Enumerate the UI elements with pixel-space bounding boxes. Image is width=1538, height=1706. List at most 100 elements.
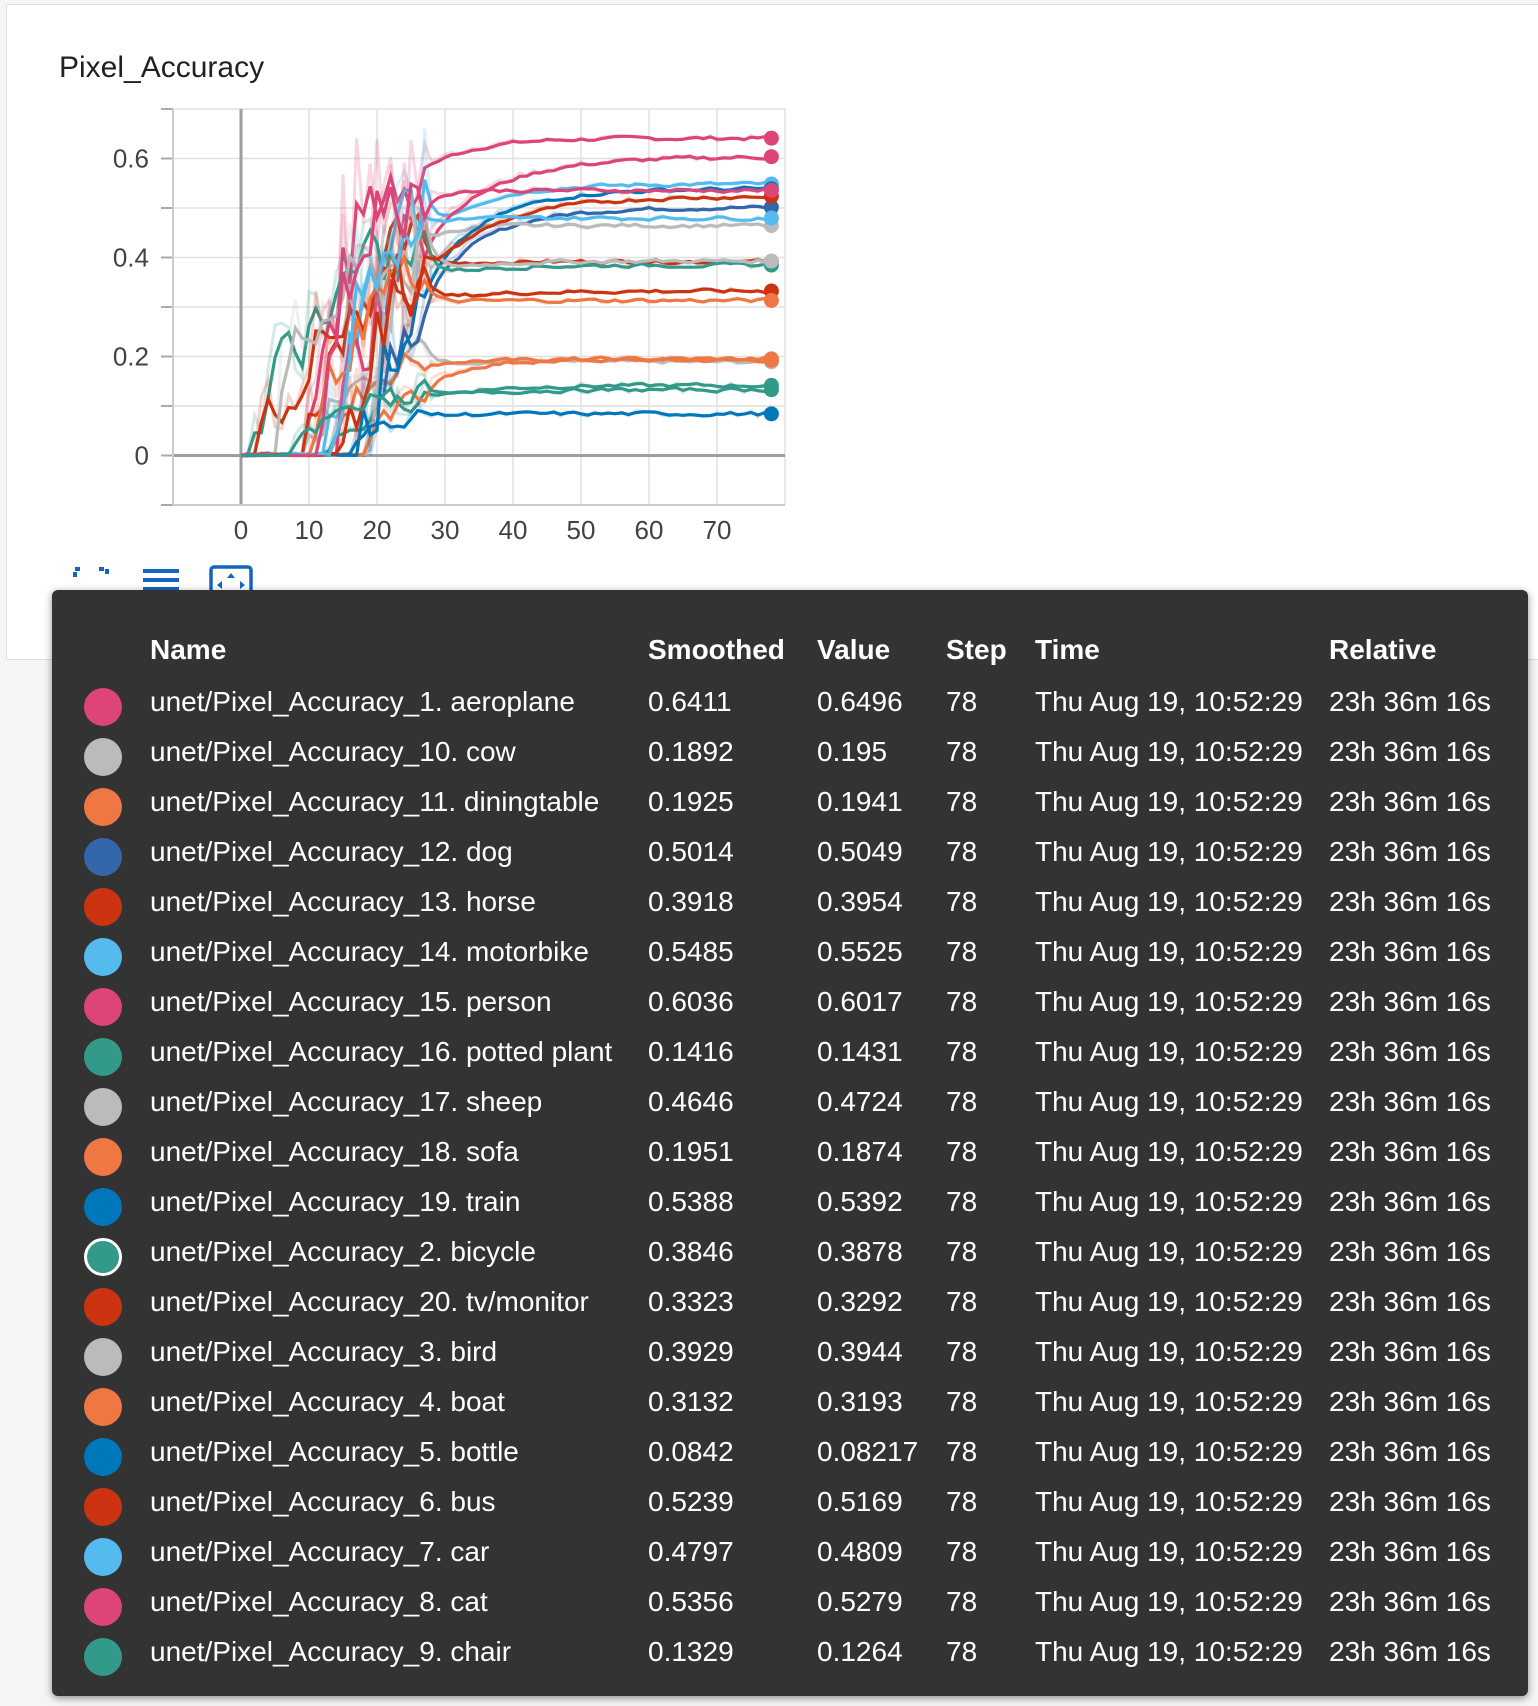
cell-step: 78	[946, 936, 978, 967]
cell-step: 78	[946, 986, 978, 1017]
series-color-swatch	[84, 1488, 122, 1526]
table-row: unet/Pixel_Accuracy_2. bicycle 0.3846 0.38…	[52, 1230, 1528, 1280]
cell-smoothed: 0.3323	[648, 1286, 734, 1317]
table-row: unet/Pixel_Accuracy_15. person 0.6036 0.60…	[52, 980, 1528, 1030]
cell-value: 0.1431	[817, 1036, 903, 1067]
cell-value: 0.08217	[817, 1436, 919, 1467]
cell-name: unet/Pixel_Accuracy_20. tv/monitor	[150, 1286, 589, 1317]
x-tick-label: 30	[431, 515, 460, 545]
series-color-swatch	[84, 988, 122, 1026]
cell-name: unet/Pixel_Accuracy_2. bicycle	[150, 1236, 536, 1267]
cell-time: Thu Aug 19, 10:52:29	[1035, 1486, 1303, 1517]
cell-name: unet/Pixel_Accuracy_5. bottle	[150, 1436, 519, 1467]
table-row: unet/Pixel_Accuracy_10. cow 0.1892 0.195 78…	[52, 730, 1528, 780]
series-end-marker	[763, 382, 779, 398]
table-row: unet/Pixel_Accuracy_8. cat 0.5356 0.5279 78…	[52, 1580, 1528, 1630]
cell-relative: 23h 36m 16s	[1329, 1186, 1491, 1217]
cell-value: 0.1874	[817, 1136, 903, 1167]
series-color-swatch	[84, 1538, 122, 1576]
x-tick-label: 20	[363, 515, 392, 545]
series-color-swatch	[84, 1338, 122, 1376]
cell-time: Thu Aug 19, 10:52:29	[1035, 936, 1303, 967]
cell-step: 78	[946, 786, 978, 817]
cell-name: unet/Pixel_Accuracy_3. bird	[150, 1336, 498, 1367]
cell-time: Thu Aug 19, 10:52:29	[1035, 786, 1303, 817]
cell-step: 78	[946, 1486, 978, 1517]
x-tick-label: 70	[703, 515, 732, 545]
cell-time: Thu Aug 19, 10:52:29	[1035, 1636, 1303, 1667]
series-end-marker	[763, 182, 779, 198]
table-row: unet/Pixel_Accuracy_1. aeroplane 0.6411 0.…	[52, 680, 1528, 730]
cell-step: 78	[946, 1036, 978, 1067]
table-row: unet/Pixel_Accuracy_12. dog 0.5014 0.5049 7…	[52, 830, 1528, 880]
cell-relative: 23h 36m 16s	[1329, 1436, 1491, 1467]
cell-time: Thu Aug 19, 10:52:29	[1035, 986, 1303, 1017]
cell-step: 78	[946, 1236, 978, 1267]
cell-name: unet/Pixel_Accuracy_15. person	[150, 986, 552, 1017]
cell-relative: 23h 36m 16s	[1329, 1486, 1491, 1517]
series-color-swatch	[84, 1138, 122, 1176]
series-color-swatch	[84, 1638, 122, 1676]
cell-name: unet/Pixel_Accuracy_13. horse	[150, 886, 536, 917]
cell-smoothed: 0.1951	[648, 1136, 734, 1167]
cell-step: 78	[946, 1536, 978, 1567]
cell-value: 0.5279	[817, 1586, 903, 1617]
cell-smoothed: 0.0842	[648, 1436, 734, 1467]
cell-value: 0.1941	[817, 786, 903, 817]
cell-step: 78	[946, 1136, 978, 1167]
cell-time: Thu Aug 19, 10:52:29	[1035, 686, 1303, 717]
cell-value: 0.5525	[817, 936, 903, 967]
y-tick-label: 0.6	[113, 144, 149, 174]
cell-value: 0.6496	[817, 686, 903, 717]
y-tick-label: 0	[135, 441, 149, 471]
cell-relative: 23h 36m 16s	[1329, 1636, 1491, 1667]
cell-smoothed: 0.5014	[648, 836, 734, 867]
chart-end-markers	[763, 130, 779, 422]
cell-value: 0.5169	[817, 1486, 903, 1517]
series-end-marker	[763, 130, 779, 146]
table-row: unet/Pixel_Accuracy_14. motorbike 0.5485 0…	[52, 930, 1528, 980]
cell-step: 78	[946, 1336, 978, 1367]
cell-step: 78	[946, 686, 978, 717]
cell-relative: 23h 36m 16s	[1329, 936, 1491, 967]
header-time: Time	[1035, 634, 1100, 665]
cell-step: 78	[946, 886, 978, 917]
series-end-marker	[763, 406, 779, 422]
cell-value: 0.3944	[817, 1336, 903, 1367]
cell-name: unet/Pixel_Accuracy_4. boat	[150, 1386, 505, 1417]
cell-time: Thu Aug 19, 10:52:29	[1035, 1286, 1303, 1317]
cell-value: 0.3193	[817, 1386, 903, 1417]
cell-smoothed: 0.1329	[648, 1636, 734, 1667]
cell-time: Thu Aug 19, 10:52:29	[1035, 1236, 1303, 1267]
x-tick-label: 10	[295, 515, 324, 545]
chart-title: Pixel_Accuracy	[59, 51, 265, 84]
cell-step: 78	[946, 836, 978, 867]
table-row: unet/Pixel_Accuracy_18. sofa 0.1951 0.1874…	[52, 1130, 1528, 1180]
cell-time: Thu Aug 19, 10:52:29	[1035, 1536, 1303, 1567]
cell-time: Thu Aug 19, 10:52:29	[1035, 1086, 1303, 1117]
table-row: unet/Pixel_Accuracy_19. train 0.5388 0.539…	[52, 1180, 1528, 1230]
cell-relative: 23h 36m 16s	[1329, 1336, 1491, 1367]
series-end-marker	[763, 292, 779, 308]
cell-value: 0.4724	[817, 1086, 903, 1117]
cell-time: Thu Aug 19, 10:52:29	[1035, 836, 1303, 867]
header-step: Step	[946, 634, 1007, 665]
series-color-swatch	[84, 838, 122, 876]
cell-relative: 23h 36m 16s	[1329, 886, 1491, 917]
cell-name: unet/Pixel_Accuracy_12. dog	[150, 836, 513, 867]
cell-smoothed: 0.3929	[648, 1336, 734, 1367]
series-color-swatch	[84, 1588, 122, 1626]
data-tooltip: Name Smoothed Value Step Time Relative u…	[52, 590, 1528, 1696]
cell-smoothed: 0.6036	[648, 986, 734, 1017]
x-tick-label: 60	[635, 515, 664, 545]
header-name: Name	[150, 634, 227, 665]
series-color-swatch	[84, 1088, 122, 1126]
cell-smoothed: 0.5388	[648, 1186, 734, 1217]
chart-grid	[172, 108, 786, 506]
table-row: unet/Pixel_Accuracy_20. tv/monitor 0.3323…	[52, 1280, 1528, 1330]
cell-relative: 23h 36m 16s	[1329, 1386, 1491, 1417]
series-end-marker	[763, 351, 779, 367]
cell-smoothed: 0.5239	[648, 1486, 734, 1517]
cell-smoothed: 0.3918	[648, 886, 734, 917]
series-color-swatch	[84, 1038, 122, 1076]
